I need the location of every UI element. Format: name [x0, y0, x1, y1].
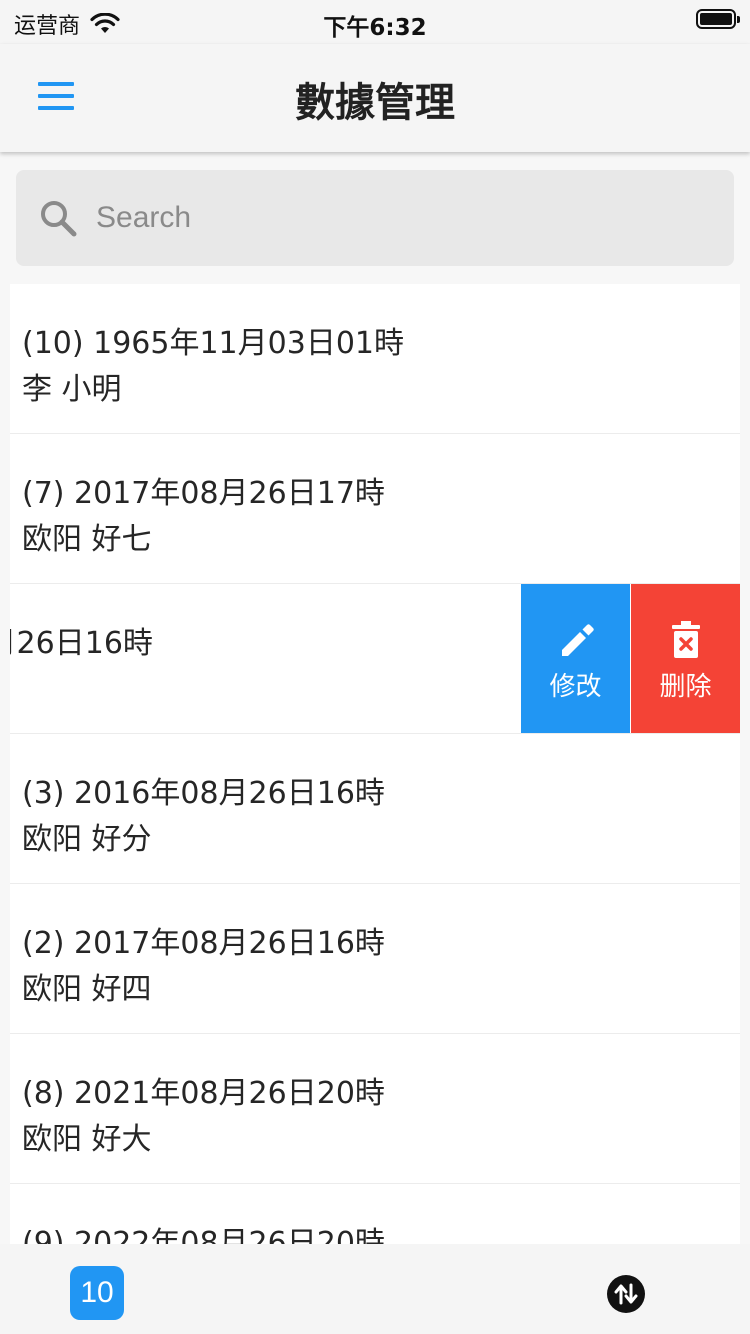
record-name: 欧阳 好分 [22, 822, 152, 857]
status-time: 下午6:32 [323, 15, 427, 41]
record-datetime: (5) 2018年08月26日16時 [10, 626, 153, 661]
record-datetime: (7) 2017年08月26日17時 [22, 476, 385, 511]
app-bar: 數據管理 [0, 44, 750, 152]
edit-button[interactable]: 修改 [521, 584, 630, 733]
search-input[interactable] [96, 188, 696, 248]
delete-label: 删除 [659, 672, 712, 702]
record-datetime: (8) 2021年08月26日20時 [22, 1076, 385, 1111]
pencil-icon [561, 624, 594, 656]
record-name: 欧阳 好大 [22, 1122, 152, 1157]
list-item[interactable]: (2) 2017年08月26日16時 欧阳 好四 [10, 884, 740, 1034]
trash-icon [671, 621, 700, 658]
record-name: 欧阳 好四 [22, 972, 152, 1007]
bottom-bar: 10 [0, 1244, 750, 1334]
list-item[interactable]: (3) 2016年08月26日16時 欧阳 好分 [10, 734, 740, 884]
record-datetime: (9) 2022年08月26日20時 [22, 1226, 385, 1244]
record-count-badge: 10 [70, 1266, 124, 1320]
sort-swap-icon[interactable] [606, 1274, 646, 1314]
list-item[interactable]: (8) 2021年08月26日20時 欧阳 好大 [10, 1034, 740, 1184]
record-datetime: (10) 1965年11月03日01時 [22, 326, 404, 361]
page-title: 數據管理 [295, 80, 455, 126]
record-name: 欧阳 好七 [22, 522, 152, 557]
battery-icon [696, 9, 740, 29]
search-icon [41, 201, 77, 237]
list-item[interactable]: (10) 1965年11月03日01時 李 小明 [10, 284, 740, 434]
list-item[interactable]: (9) 2022年08月26日20時 [10, 1184, 740, 1244]
record-name: 李 小明 [22, 372, 122, 407]
delete-button[interactable]: 删除 [631, 584, 740, 733]
record-list: (10) 1965年11月03日01時 李 小明 (7) 2017年08月26日… [10, 284, 740, 1244]
edit-label: 修改 [549, 672, 602, 702]
search-bar[interactable] [16, 170, 734, 266]
record-datetime: (3) 2016年08月26日16時 [22, 776, 385, 811]
record-datetime: (2) 2017年08月26日16時 [22, 926, 385, 961]
list-item[interactable]: (7) 2017年08月26日17時 欧阳 好七 [10, 434, 740, 584]
status-bar: 运营商 下午6:32 [0, 0, 750, 44]
list-item-swiped[interactable]: (5) 2018年08月26日16時 修改 删除 [10, 584, 740, 734]
